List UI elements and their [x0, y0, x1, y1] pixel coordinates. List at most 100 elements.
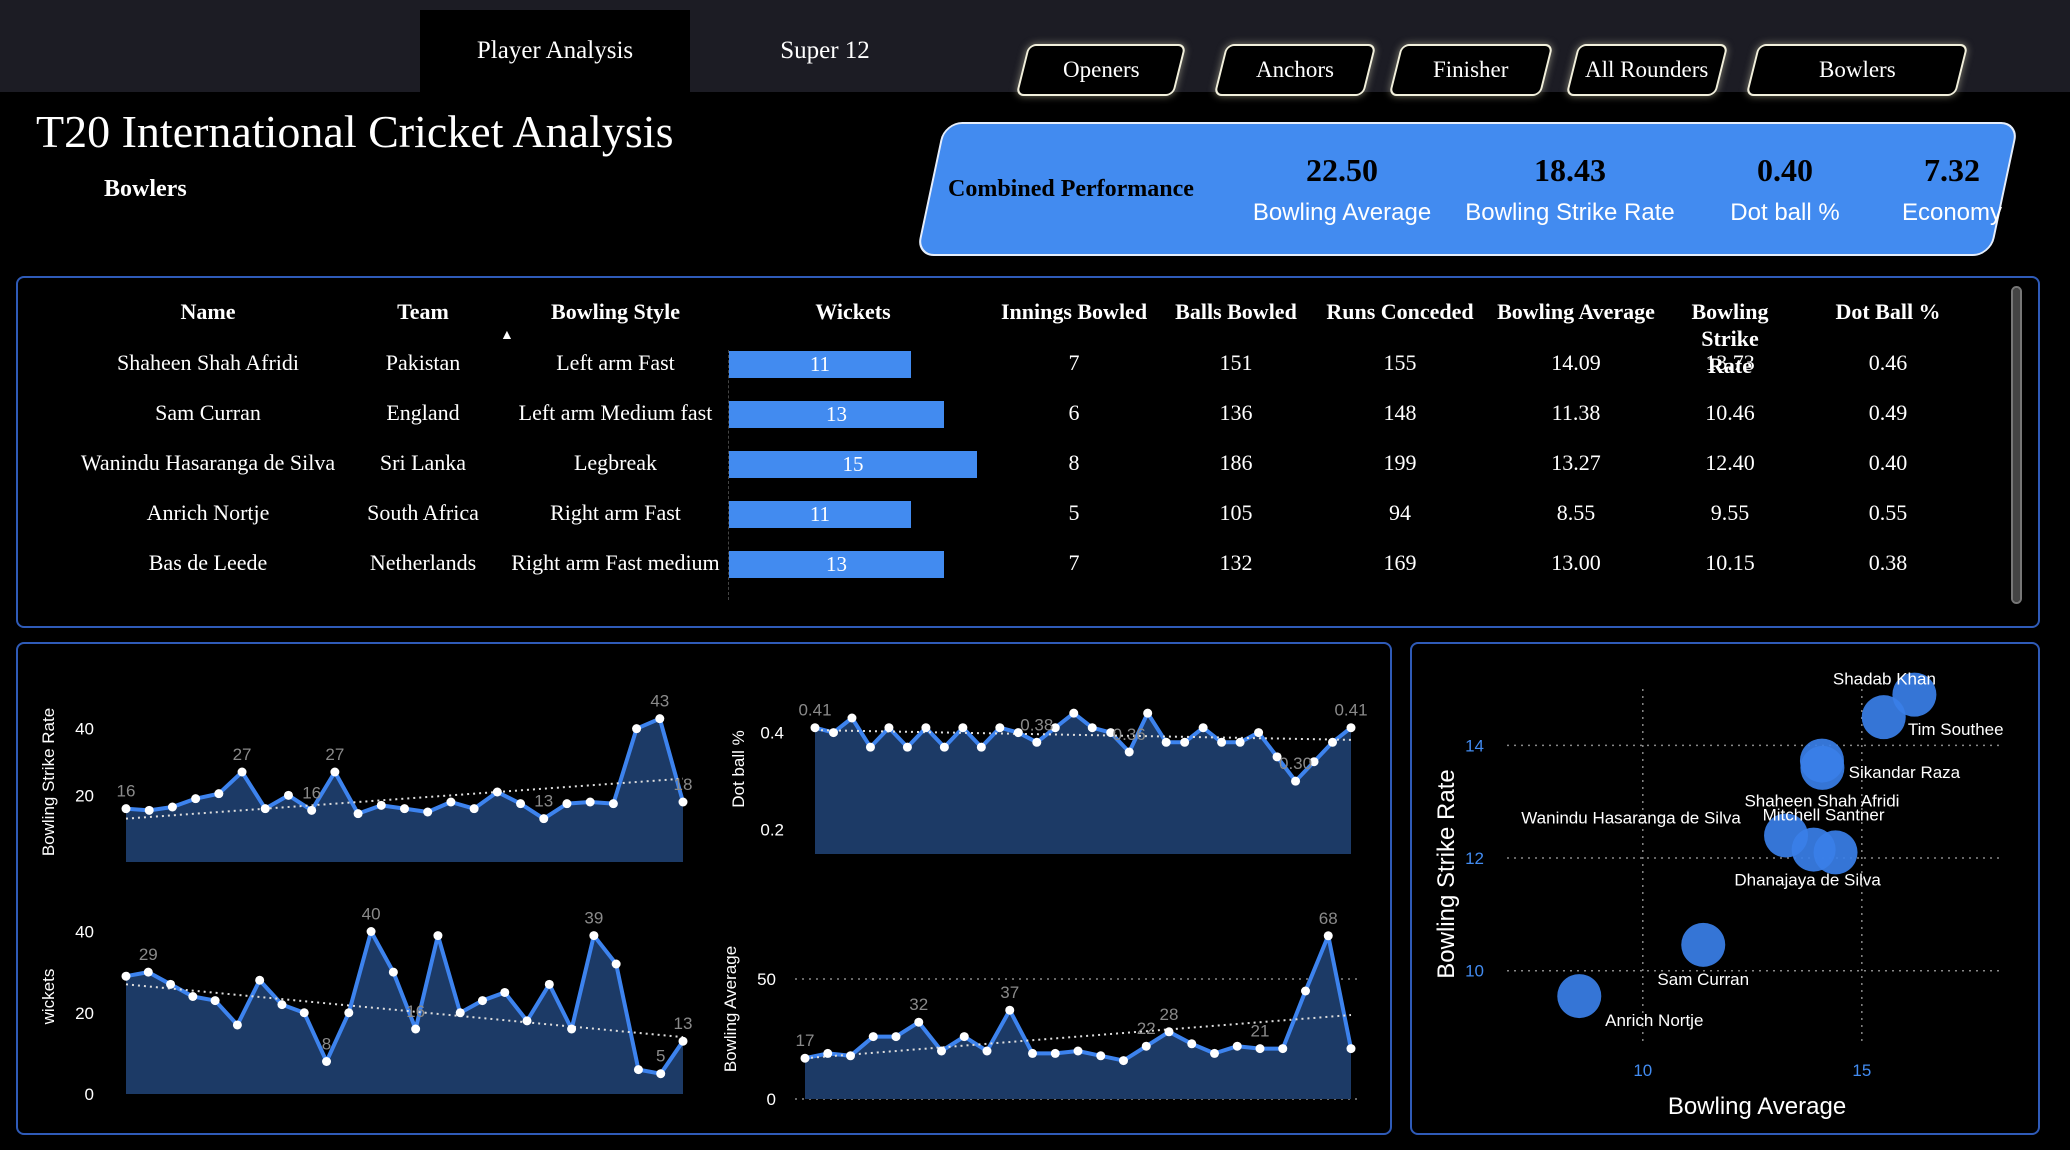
data-point [1096, 1051, 1106, 1061]
data-point [516, 799, 526, 809]
data-point [167, 802, 177, 812]
kpi-dot-ball: 0.40 Dot ball % [1700, 152, 1870, 227]
filter-finisher-button[interactable]: Finisher [1388, 44, 1554, 96]
data-point [1164, 1027, 1174, 1037]
cell-bowling-strike-rate: 13.73 [1705, 350, 1755, 375]
column-header-balls-bowled[interactable]: Balls Bowled [1166, 298, 1306, 325]
filter-label: Bowlers [1818, 57, 1896, 82]
cell-runs-conceded: 169 [1383, 550, 1417, 575]
data-point [902, 742, 912, 752]
column-header-bowling-average[interactable]: Bowling Average [1486, 298, 1666, 325]
table-scrollbar[interactable] [2011, 286, 2022, 604]
cell-dot-ball: 0.55 [1868, 500, 1908, 525]
data-point [322, 1057, 332, 1066]
data-point [1301, 986, 1310, 996]
data-point [143, 967, 153, 977]
column-header-innings-bowled[interactable]: Innings Bowled [988, 298, 1160, 325]
column-header-runs-conceded[interactable]: Runs Conceded [1315, 298, 1485, 325]
x-tick-label: 15 [1852, 1061, 1871, 1080]
y-tick-label: 20 [75, 1004, 94, 1023]
data-label: 16 [117, 782, 136, 801]
area-fill [126, 931, 683, 1094]
trend-chart-0: Bowling Strike Rate 204016271627134318 [39, 692, 692, 862]
data-point [388, 967, 398, 977]
point-label: Anrich Nortje [1605, 1011, 1703, 1030]
data-point [477, 996, 487, 1006]
data-point [188, 992, 198, 1001]
bowlers-table: Name Team ▲ Bowling Style Wickets Inning… [16, 276, 2040, 628]
point-label: Tim Southee [1908, 720, 2004, 739]
data-point [1235, 737, 1245, 747]
column-header-bowling-style[interactable]: Bowling Style [488, 298, 743, 325]
trend-charts-panel: Bowling Strike Rate 20 40 16 27 16 27 13 43 18 Dot… [16, 642, 1392, 1135]
cell-bowling-strike-rate: 9.55 [1710, 500, 1750, 525]
data-label: 18 [674, 775, 693, 794]
scatter-chart-panel: 10 15 10 12 14 Bowling Average Bowling Strike … [1410, 642, 2040, 1135]
data-point [1032, 737, 1042, 747]
wickets-bar[interactable]: 15 [729, 451, 977, 478]
data-point [846, 1051, 855, 1061]
data-label: 16 [406, 1002, 425, 1021]
cell-team: South Africa [367, 500, 479, 525]
column-header-dot-ball[interactable]: Dot Ball % [1818, 298, 1958, 325]
filter-label: Anchors [1256, 57, 1334, 82]
data-label: 39 [584, 909, 603, 928]
data-label: 43 [650, 692, 669, 711]
scrollbar-thumb[interactable] [2013, 288, 2020, 602]
cell-balls-bowled: 151 [1219, 350, 1253, 375]
cell-bowling-average: 13.27 [1551, 450, 1601, 475]
scatter-point [1861, 695, 1906, 740]
data-label: 68 [1319, 909, 1338, 928]
data-label: 28 [1160, 1005, 1179, 1024]
data-point [411, 1024, 421, 1034]
data-label: 0.38 [1020, 715, 1053, 734]
column-header-name[interactable]: Name [58, 298, 358, 325]
cell-innings-bowled: 7 [1068, 550, 1080, 575]
kpi-bowling-strike-rate: 18.43 Bowling Strike Rate [1450, 152, 1690, 227]
y-tick-label: 14 [1465, 736, 1484, 755]
area-fill [126, 718, 683, 862]
filter-openers-button[interactable]: Openers [1015, 44, 1187, 96]
data-label: 5 [656, 1047, 665, 1066]
combined-performance-label: Combined Performance [948, 176, 1194, 202]
data-point [1050, 1048, 1060, 1058]
data-point [589, 931, 599, 941]
wickets-bar[interactable]: 11 [729, 501, 911, 528]
data-label: 13 [534, 792, 553, 811]
scatter-chart: 10 15 10 12 14 Bowling Average Bowling Strike … [1433, 670, 2004, 1120]
data-point [865, 742, 875, 752]
tab-super-12[interactable]: Super 12 [690, 10, 960, 92]
data-point [1180, 737, 1190, 747]
filter-anchors-button[interactable]: Anchors [1213, 44, 1377, 96]
data-point [232, 1020, 242, 1030]
cell-team: Sri Lanka [379, 450, 467, 475]
data-point [562, 799, 572, 809]
filter-bowlers-button[interactable]: Bowlers [1745, 44, 1969, 96]
page-title: T20 International Cricket Analysis [36, 106, 674, 157]
data-point [1198, 723, 1208, 733]
column-header-team[interactable]: Team [343, 298, 503, 325]
cell-bowling-average: 11.38 [1551, 400, 1601, 425]
data-label: 17 [796, 1031, 815, 1050]
wickets-bar[interactable]: 13 [729, 401, 944, 428]
column-header-wickets[interactable]: Wickets [728, 298, 978, 325]
data-point [1069, 708, 1079, 718]
data-point [191, 794, 201, 804]
sort-ascending-icon: ▲ [500, 328, 514, 343]
cell-name: Bas de Leede [148, 550, 268, 575]
wickets-bar[interactable]: 11 [729, 351, 911, 378]
tab-player-analysis[interactable]: Player Analysis [420, 10, 690, 92]
wickets-bar[interactable]: 13 [729, 551, 944, 578]
data-point [214, 789, 224, 799]
data-point [255, 975, 265, 985]
y-axis-title: Bowling Strike Rate [1433, 769, 1460, 978]
filter-all-rounders-button[interactable]: All Rounders [1565, 44, 1729, 96]
data-label: 0.41 [798, 701, 831, 720]
kpi-label: Dot ball % [1730, 199, 1840, 226]
data-label: 16 [302, 783, 321, 802]
data-label: 40 [362, 905, 381, 924]
cell-name: Sam Curran [155, 400, 261, 425]
y-tick-label: 40 [75, 720, 94, 739]
data-label: 8 [322, 1035, 331, 1054]
data-label: 0.30 [1279, 754, 1312, 773]
